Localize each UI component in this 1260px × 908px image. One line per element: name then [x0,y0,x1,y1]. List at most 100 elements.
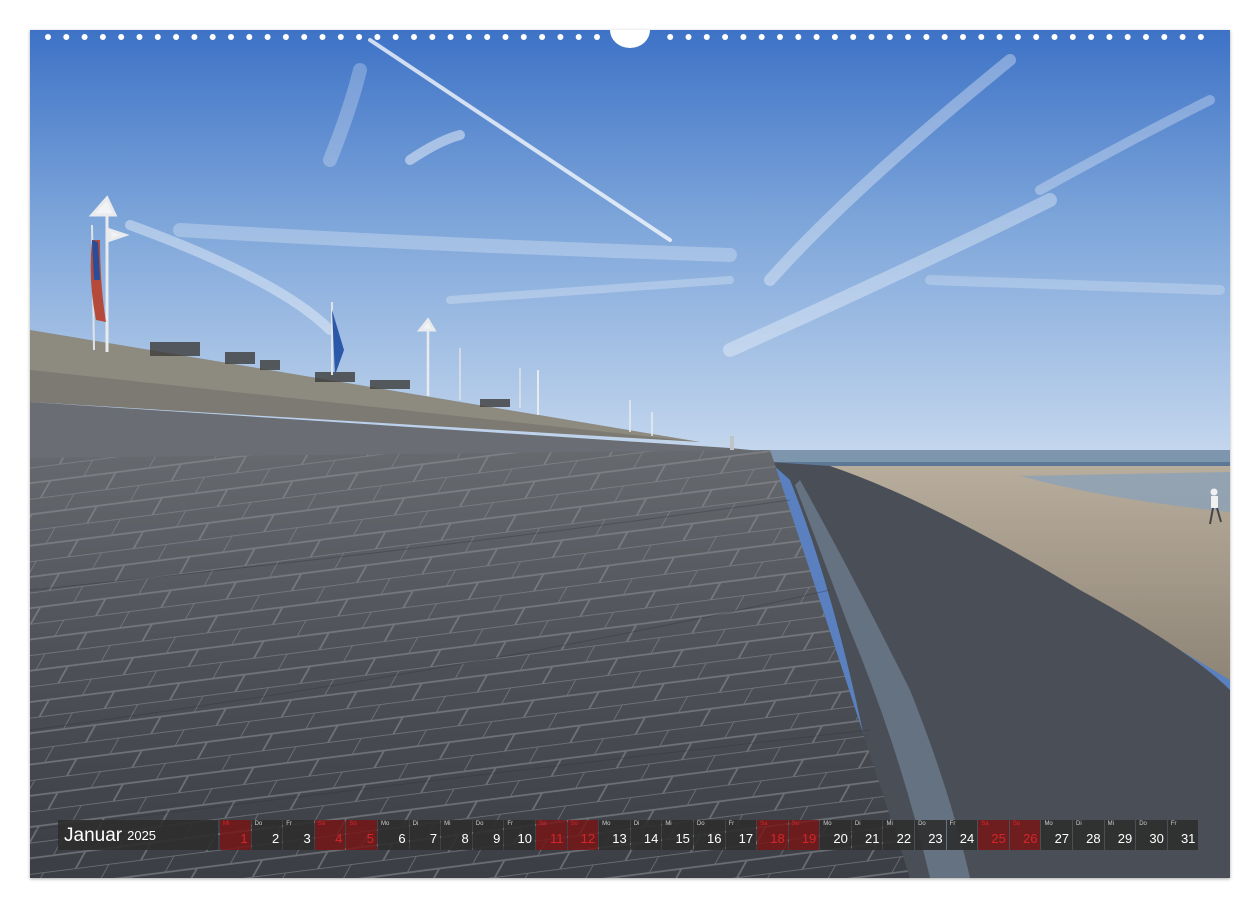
day-cell: Fr 17 [725,820,757,850]
day-number: 27 [1054,831,1070,846]
day-cell: Do 23 [915,820,946,850]
day-number: 19 [801,831,817,846]
day-cell: So 19 [788,820,820,850]
day-cell: Fr 24 [946,820,978,850]
day-weekday: Do [475,821,484,827]
day-number: 4 [335,831,343,846]
day-weekday: Fr [507,821,514,827]
day-cell: Do 16 [693,820,725,850]
day-weekday: Di [633,821,640,827]
day-number: 13 [612,831,627,846]
day-weekday: So [570,821,578,827]
day-number: 24 [959,831,975,846]
day-cell: Fr 31 [1167,820,1199,850]
month-label: Januar 2025 [58,820,218,850]
month-year: 2025 [127,827,157,843]
day-weekday: So [349,821,357,827]
month-name: Januar [64,824,123,846]
day-weekday: Do [1139,821,1147,827]
day-number: 10 [517,831,532,846]
day-number: 26 [1022,831,1038,846]
day-number: 3 [303,831,311,846]
day-cell: Sa 4 [314,820,346,850]
day-weekday: So [791,821,800,827]
day-number: 16 [707,831,722,846]
day-cell: So 12 [567,820,599,850]
day-number: 8 [461,831,469,846]
day-weekday: Sa [538,821,547,827]
day-number: 18 [770,831,785,846]
day-cell: Mi 1 [220,820,251,850]
day-cell: Mi 22 [883,820,915,850]
day-weekday: So [1012,821,1021,827]
day-weekday: Mo [823,821,832,827]
day-weekday: Mi [1107,821,1114,827]
day-number: 9 [493,831,501,846]
day-weekday: Do [696,821,705,827]
day-number: 5 [366,831,374,846]
seawall-beach-scene [30,30,1230,878]
day-number: 23 [928,831,943,846]
day-number: 2 [271,831,280,846]
day-number: 28 [1086,831,1101,846]
day-number: 1 [240,831,248,846]
day-cell: Mo 13 [599,820,630,850]
day-cells: Mi 1 Do 2 Fr 3 Sa 4 So 5 Mo 6 Di 7 Mi 8 Do 9 Fr 10 Sa 11 So 12 M… [220,820,1204,850]
day-number: 15 [675,831,690,846]
day-weekday: Mo [380,821,390,827]
day-cell: So 26 [1009,820,1041,850]
day-number: 12 [580,831,596,846]
calendar-strip: Januar 2025 Mi 1 Do 2 Fr 3 Sa 4 So 5 Mo 6 Di 7 Mi 8 Do 9 F… [58,820,1204,850]
day-weekday: Mo [1044,821,1053,827]
day-weekday: Sa [760,821,768,827]
day-cell: Do 2 [251,820,283,850]
day-number: 21 [865,831,880,846]
day-number: 25 [991,831,1006,846]
day-weekday: Di [412,821,419,827]
day-cell: Mi 8 [441,820,472,850]
day-cell: Mo 20 [820,820,851,850]
day-weekday: Sa [317,821,326,827]
day-weekday: Fr [949,821,956,827]
day-cell: Mi 29 [1104,820,1136,850]
day-weekday: Sa [981,821,989,827]
day-number: 14 [643,831,659,846]
day-number: 31 [1180,831,1196,846]
day-weekday: Di [1076,821,1082,827]
day-weekday: Mi [223,821,230,827]
day-number: 20 [833,831,848,846]
day-number: 30 [1149,831,1164,846]
day-number: 7 [429,831,438,846]
calendar-photo [30,30,1230,878]
day-cell: Di 21 [851,820,883,850]
day-cell: So 5 [346,820,377,850]
day-weekday: Do [918,821,926,827]
day-weekday: Fr [728,821,735,827]
day-weekday: Mi [886,821,893,827]
day-cell: Di 28 [1073,820,1104,850]
day-cell: Di 14 [630,820,662,850]
day-cell: Do 9 [472,820,504,850]
day-cell: Di 7 [409,820,441,850]
day-cell: Sa 11 [535,820,567,850]
day-cell: Fr 3 [283,820,314,850]
day-weekday: Mi [665,821,672,827]
day-cell: Mi 15 [662,820,693,850]
day-number: 17 [738,831,754,846]
day-cell: Sa 25 [978,820,1009,850]
day-weekday: Fr [1170,821,1177,827]
day-weekday: Mo [602,821,611,827]
day-weekday: Mi [444,821,451,827]
day-weekday: Di [854,821,861,827]
day-cell: Sa 18 [757,820,788,850]
day-number: 6 [398,831,406,846]
day-weekday: Fr [286,821,292,827]
day-cell: Fr 10 [504,820,535,850]
day-number: 22 [896,831,912,846]
day-number: 29 [1117,831,1133,846]
day-cell: Mo 27 [1041,820,1073,850]
day-number: 11 [550,831,564,846]
day-cell: Do 30 [1136,820,1167,850]
day-cell: Mo 6 [377,820,409,850]
day-weekday: Do [254,821,263,827]
